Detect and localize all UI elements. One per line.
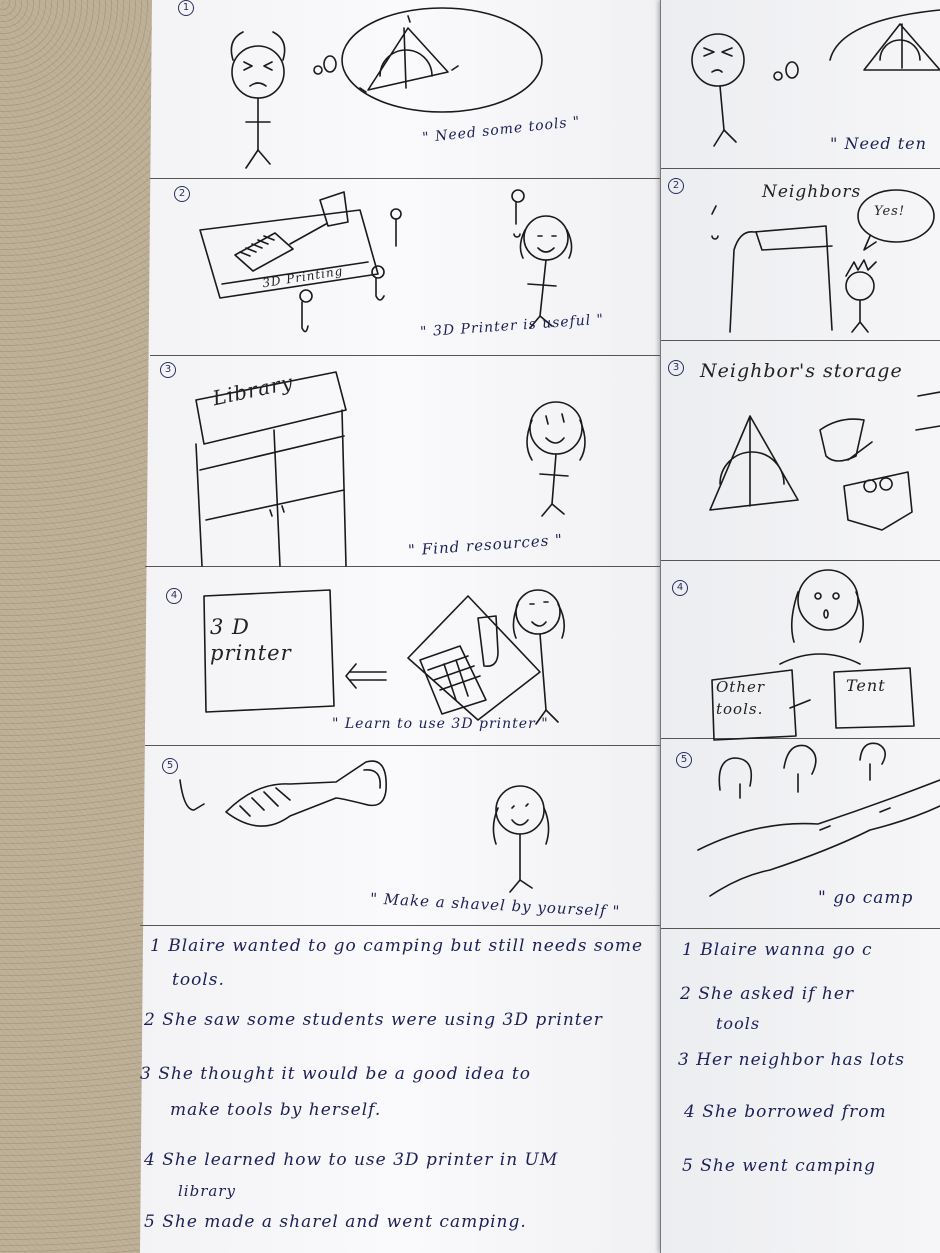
note-line: library (178, 1182, 236, 1200)
note-number: 4 (684, 1102, 696, 1122)
note-text: She thought it would be a good idea to (158, 1064, 531, 1084)
note-line: 3 She thought it would be a good idea to (140, 1064, 531, 1084)
note-number: 3 (678, 1050, 690, 1070)
note-text: make tools by herself. (170, 1100, 382, 1120)
note-text: She borrowed from (702, 1102, 887, 1122)
note-line: 5 She made a sharel and went camping. (144, 1212, 527, 1232)
note-line: 1 Blaire wanted to go camping but still … (150, 936, 643, 956)
note-text: She went camping (700, 1156, 877, 1176)
note-text: tools. (172, 970, 225, 990)
note-number: 4 (144, 1150, 156, 1170)
note-text: Her neighbor has lots (696, 1050, 906, 1070)
note-number: 2 (144, 1010, 156, 1030)
note-line: 5 She went camping (682, 1156, 876, 1176)
other-tools-label: Other tools. (716, 678, 766, 718)
printer-label: 3 D printer (210, 615, 292, 665)
panel-divider (660, 560, 940, 561)
note-line: make tools by herself. (170, 1100, 381, 1120)
panel-divider (660, 340, 940, 341)
note-text: She asked if her (698, 984, 855, 1004)
note-number: 3 (140, 1064, 152, 1084)
panel-number: 1 (178, 0, 194, 16)
note-number: 5 (682, 1156, 694, 1176)
panel-number: 5 (676, 752, 692, 768)
note-line: 4 She borrowed from (684, 1102, 887, 1122)
panel-divider (145, 745, 660, 746)
panel-number: 4 (166, 588, 182, 604)
note-text: Blaire wanted to go camping but still ne… (168, 936, 644, 956)
note-text: She made a sharel and went camping. (162, 1212, 527, 1232)
panel-number: 2 (668, 178, 684, 194)
panel4-caption: " Learn to use 3D printer " (332, 716, 549, 732)
panel-divider (660, 738, 940, 739)
note-number: 1 (682, 940, 694, 960)
yes-label: Yes! (874, 204, 906, 219)
note-text: tools (716, 1014, 761, 1033)
note-number: 1 (150, 936, 162, 956)
panel-number: 3 (668, 360, 684, 376)
note-text: Blaire wanna go c (700, 940, 873, 960)
note-text: She saw some students were using 3D prin… (162, 1010, 603, 1030)
right-panel5-caption: " go camp (818, 888, 914, 908)
note-number: 5 (144, 1212, 156, 1232)
note-number: 2 (680, 984, 692, 1004)
storage-label: Neighbor's storage (700, 360, 903, 382)
tent-label: Tent (846, 676, 886, 695)
right-panel1-caption: " Need ten (830, 134, 927, 153)
panel-divider (140, 925, 660, 926)
note-text: She learned how to use 3D printer in UM (162, 1150, 559, 1170)
note-line: 1 Blaire wanna go c (682, 940, 873, 960)
panel-divider (660, 928, 940, 929)
panel-number: 2 (174, 186, 190, 202)
neighbors-label: Neighbors (762, 182, 862, 202)
sheet-fold (660, 0, 661, 1253)
panel-divider (150, 355, 660, 356)
note-line: 3 Her neighbor has lots (678, 1050, 905, 1070)
panel-divider (145, 566, 660, 567)
panel-number: 4 (672, 580, 688, 596)
note-line: tools. (172, 970, 225, 990)
panel-divider (150, 178, 660, 179)
note-line: tools (716, 1014, 760, 1033)
note-line: 4 She learned how to use 3D printer in U… (144, 1150, 558, 1170)
panel-number: 3 (160, 362, 176, 378)
note-line: 2 She saw some students were using 3D pr… (144, 1010, 603, 1030)
note-line: 2 She asked if her (680, 984, 854, 1004)
note-text: library (178, 1182, 236, 1200)
panel-divider (660, 168, 940, 169)
panel-number: 5 (162, 758, 178, 774)
